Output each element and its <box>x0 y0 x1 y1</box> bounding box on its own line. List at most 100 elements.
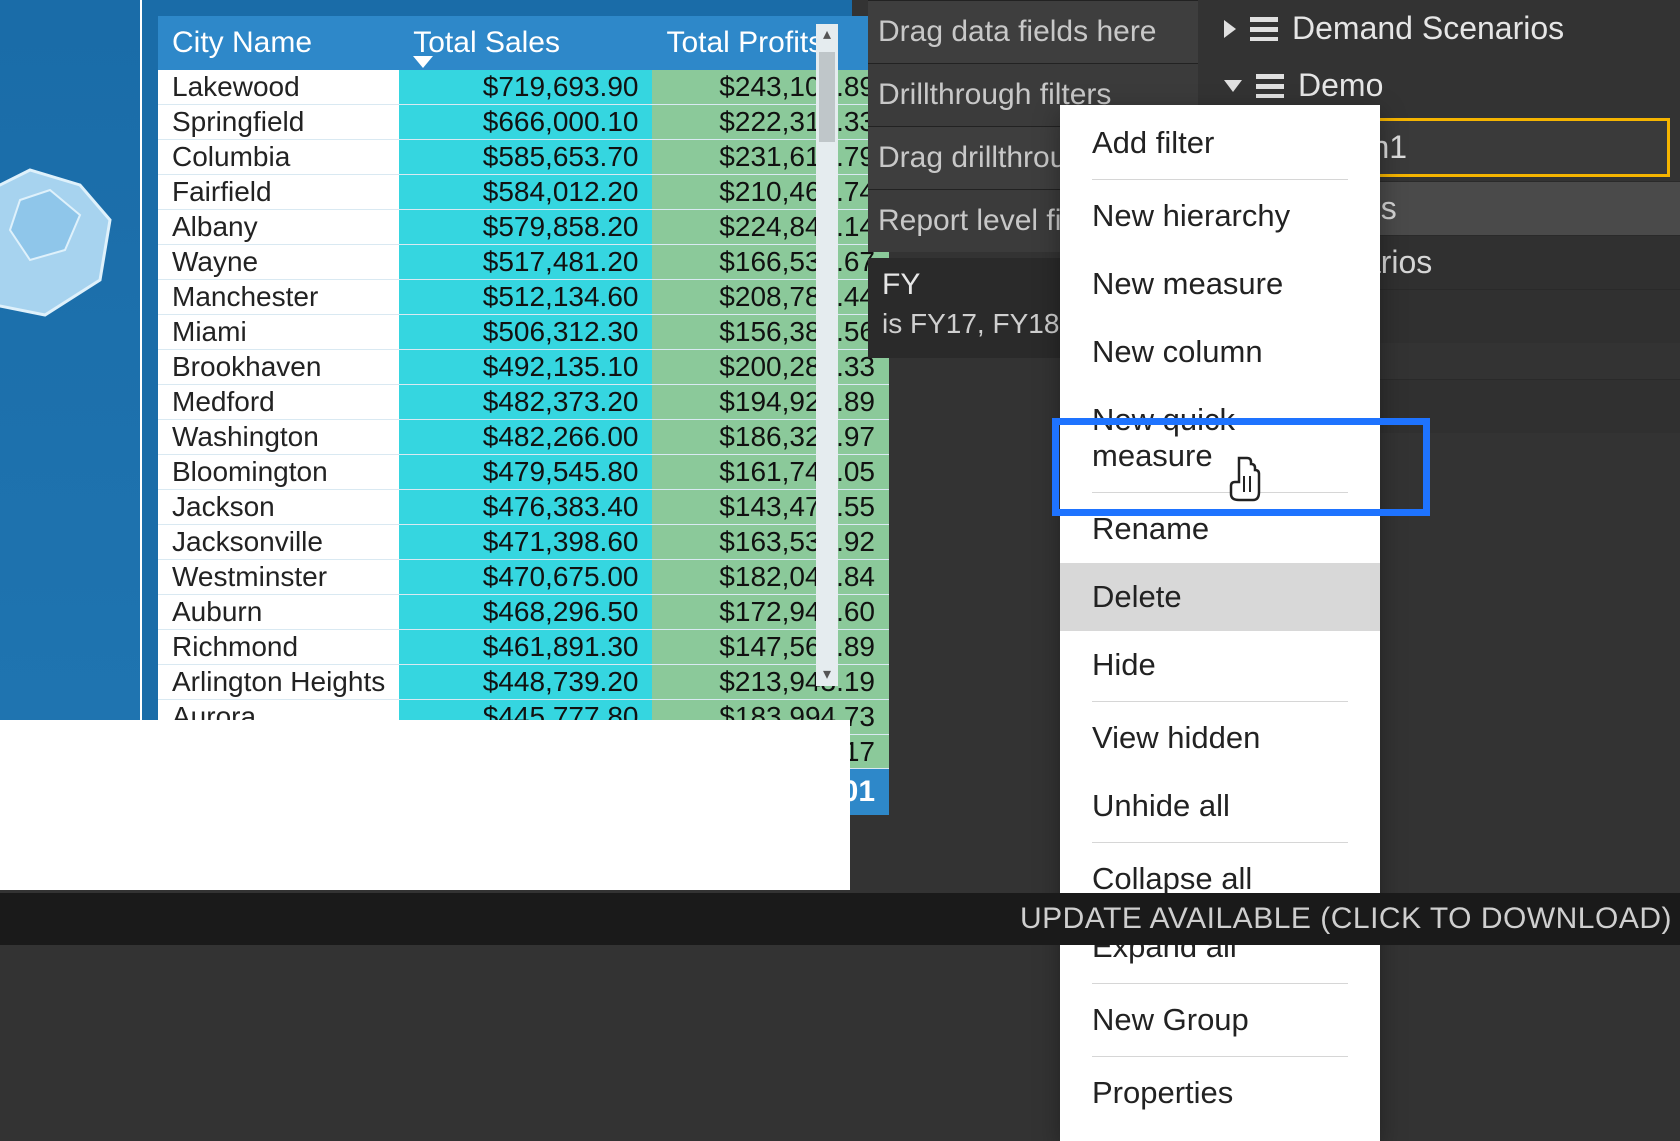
table-row[interactable]: Richmond$461,891.30$147,565.89 <box>158 630 889 665</box>
menu-new-column[interactable]: New column <box>1060 318 1380 386</box>
cell-profit: $166,535.67 <box>652 245 889 280</box>
cell-sales: $479,545.80 <box>399 455 652 490</box>
cell-sales: $468,296.50 <box>399 595 652 630</box>
cell-city: Jackson <box>158 490 399 525</box>
cell-sales: $471,398.60 <box>399 525 652 560</box>
cell-sales: $482,266.00 <box>399 420 652 455</box>
menu-separator <box>1092 179 1348 180</box>
cell-profit: $222,318.33 <box>652 105 889 140</box>
table-row[interactable]: Springfield$666,000.10$222,318.33 <box>158 105 889 140</box>
map-visual[interactable] <box>0 0 140 720</box>
cell-sales: $492,135.10 <box>399 350 652 385</box>
table-row[interactable]: Columbia$585,653.70$231,617.79 <box>158 140 889 175</box>
table-row[interactable]: Wayne$517,481.20$166,535.67 <box>158 245 889 280</box>
cell-city: Lakewood <box>158 70 399 105</box>
update-bar[interactable]: UPDATE AVAILABLE (CLICK TO DOWNLOAD) <box>0 893 1680 945</box>
caret-down-icon <box>1224 80 1242 92</box>
cell-profit: $143,476.55 <box>652 490 889 525</box>
cell-profit: $194,921.89 <box>652 385 889 420</box>
table-row[interactable]: Lakewood$719,693.90$243,106.89 <box>158 70 889 105</box>
cell-city: Springfield <box>158 105 399 140</box>
cell-profit: $147,565.89 <box>652 630 889 665</box>
table-icon <box>1250 17 1278 41</box>
cell-sales: $517,481.20 <box>399 245 652 280</box>
cell-profit: $224,840.14 <box>652 210 889 245</box>
map-shape-icon <box>0 130 120 330</box>
table-row[interactable]: Manchester$512,134.60$208,780.44 <box>158 280 889 315</box>
cell-sales: $482,373.20 <box>399 385 652 420</box>
menu-hide[interactable]: Hide <box>1060 631 1380 699</box>
scroll-down-icon[interactable]: ▾ <box>816 664 838 686</box>
table-row[interactable]: Washington$482,266.00$186,320.97 <box>158 420 889 455</box>
table-row[interactable]: Bloomington$479,545.80$161,747.05 <box>158 455 889 490</box>
table-scrollbar[interactable]: ▴ ▾ <box>816 24 838 686</box>
cell-city: Manchester <box>158 280 399 315</box>
cell-profit: $213,943.19 <box>652 665 889 700</box>
cell-sales: $461,891.30 <box>399 630 652 665</box>
col-profits[interactable]: Total Profits <box>652 16 889 70</box>
menu-unhide-all[interactable]: Unhide all <box>1060 772 1380 840</box>
table-row[interactable]: Arlington Heights$448,739.20$213,943.19 <box>158 665 889 700</box>
menu-separator <box>1092 983 1348 984</box>
cell-profit: $172,940.60 <box>652 595 889 630</box>
cell-city: Washington <box>158 420 399 455</box>
cell-profit: $182,046.84 <box>652 560 889 595</box>
cell-city: Westminster <box>158 560 399 595</box>
canvas-gap <box>0 720 850 890</box>
menu-separator <box>1092 842 1348 843</box>
cell-sales: $476,383.40 <box>399 490 652 525</box>
menu-new-hierarchy[interactable]: New hierarchy <box>1060 182 1380 250</box>
table-row[interactable]: Jacksonville$471,398.60$163,530.92 <box>158 525 889 560</box>
table-icon <box>1256 74 1284 98</box>
context-menu: Add filter New hierarchy New measure New… <box>1060 105 1380 1141</box>
table-row[interactable]: Westminster$470,675.00$182,046.84 <box>158 560 889 595</box>
cell-profit: $243,106.89 <box>652 70 889 105</box>
caret-right-icon <box>1224 20 1236 38</box>
cell-city: Columbia <box>158 140 399 175</box>
menu-separator <box>1092 492 1348 493</box>
drag-fields-well[interactable]: Drag data fields here <box>868 0 1198 63</box>
table-demand-scenarios[interactable]: Demand Scenarios <box>1210 0 1680 57</box>
cell-city: Albany <box>158 210 399 245</box>
table-visual[interactable]: City Name Total Sales Total Profits Lake… <box>142 0 852 720</box>
table-row[interactable]: Miami$506,312.30$156,382.56 <box>158 315 889 350</box>
table-row[interactable]: Brookhaven$492,135.10$200,289.33 <box>158 350 889 385</box>
col-city[interactable]: City Name <box>158 16 399 70</box>
scroll-up-icon[interactable]: ▴ <box>816 24 838 46</box>
cell-city: Richmond <box>158 630 399 665</box>
menu-new-quick-measure[interactable]: New quick measure <box>1060 386 1380 490</box>
cell-sales: $666,000.10 <box>399 105 652 140</box>
cell-city: Fairfield <box>158 175 399 210</box>
menu-new-group[interactable]: New Group <box>1060 986 1380 1054</box>
table-label: Demo <box>1298 67 1383 104</box>
cell-sales: $585,653.70 <box>399 140 652 175</box>
menu-separator <box>1092 1056 1348 1057</box>
report-canvas: City Name Total Sales Total Profits Lake… <box>0 0 850 730</box>
col-sales[interactable]: Total Sales <box>399 16 652 70</box>
cell-profit: $200,289.33 <box>652 350 889 385</box>
cell-profit: $231,617.79 <box>652 140 889 175</box>
cell-city: Medford <box>158 385 399 420</box>
cell-city: Arlington Heights <box>158 665 399 700</box>
table-row[interactable]: Auburn$468,296.50$172,940.60 <box>158 595 889 630</box>
menu-rename[interactable]: Rename <box>1060 495 1380 563</box>
table-row[interactable]: Jackson$476,383.40$143,476.55 <box>158 490 889 525</box>
cell-profit: $156,382.56 <box>652 315 889 350</box>
scroll-thumb[interactable] <box>819 52 835 142</box>
cell-city: Miami <box>158 315 399 350</box>
table-label: Demand Scenarios <box>1292 10 1564 47</box>
table-row[interactable]: Fairfield$584,012.20$210,460.74 <box>158 175 889 210</box>
cell-sales: $470,675.00 <box>399 560 652 595</box>
cell-city: Wayne <box>158 245 399 280</box>
cell-sales: $506,312.30 <box>399 315 652 350</box>
menu-delete[interactable]: Delete <box>1060 563 1380 631</box>
cell-profit: $163,530.92 <box>652 525 889 560</box>
table-row[interactable]: Medford$482,373.20$194,921.89 <box>158 385 889 420</box>
cell-profit: $210,460.74 <box>652 175 889 210</box>
menu-view-hidden[interactable]: View hidden <box>1060 704 1380 772</box>
cell-city: Jacksonville <box>158 525 399 560</box>
menu-add-filter[interactable]: Add filter <box>1060 109 1380 177</box>
menu-properties[interactable]: Properties <box>1060 1059 1380 1127</box>
menu-new-measure[interactable]: New measure <box>1060 250 1380 318</box>
table-row[interactable]: Albany$579,858.20$224,840.14 <box>158 210 889 245</box>
